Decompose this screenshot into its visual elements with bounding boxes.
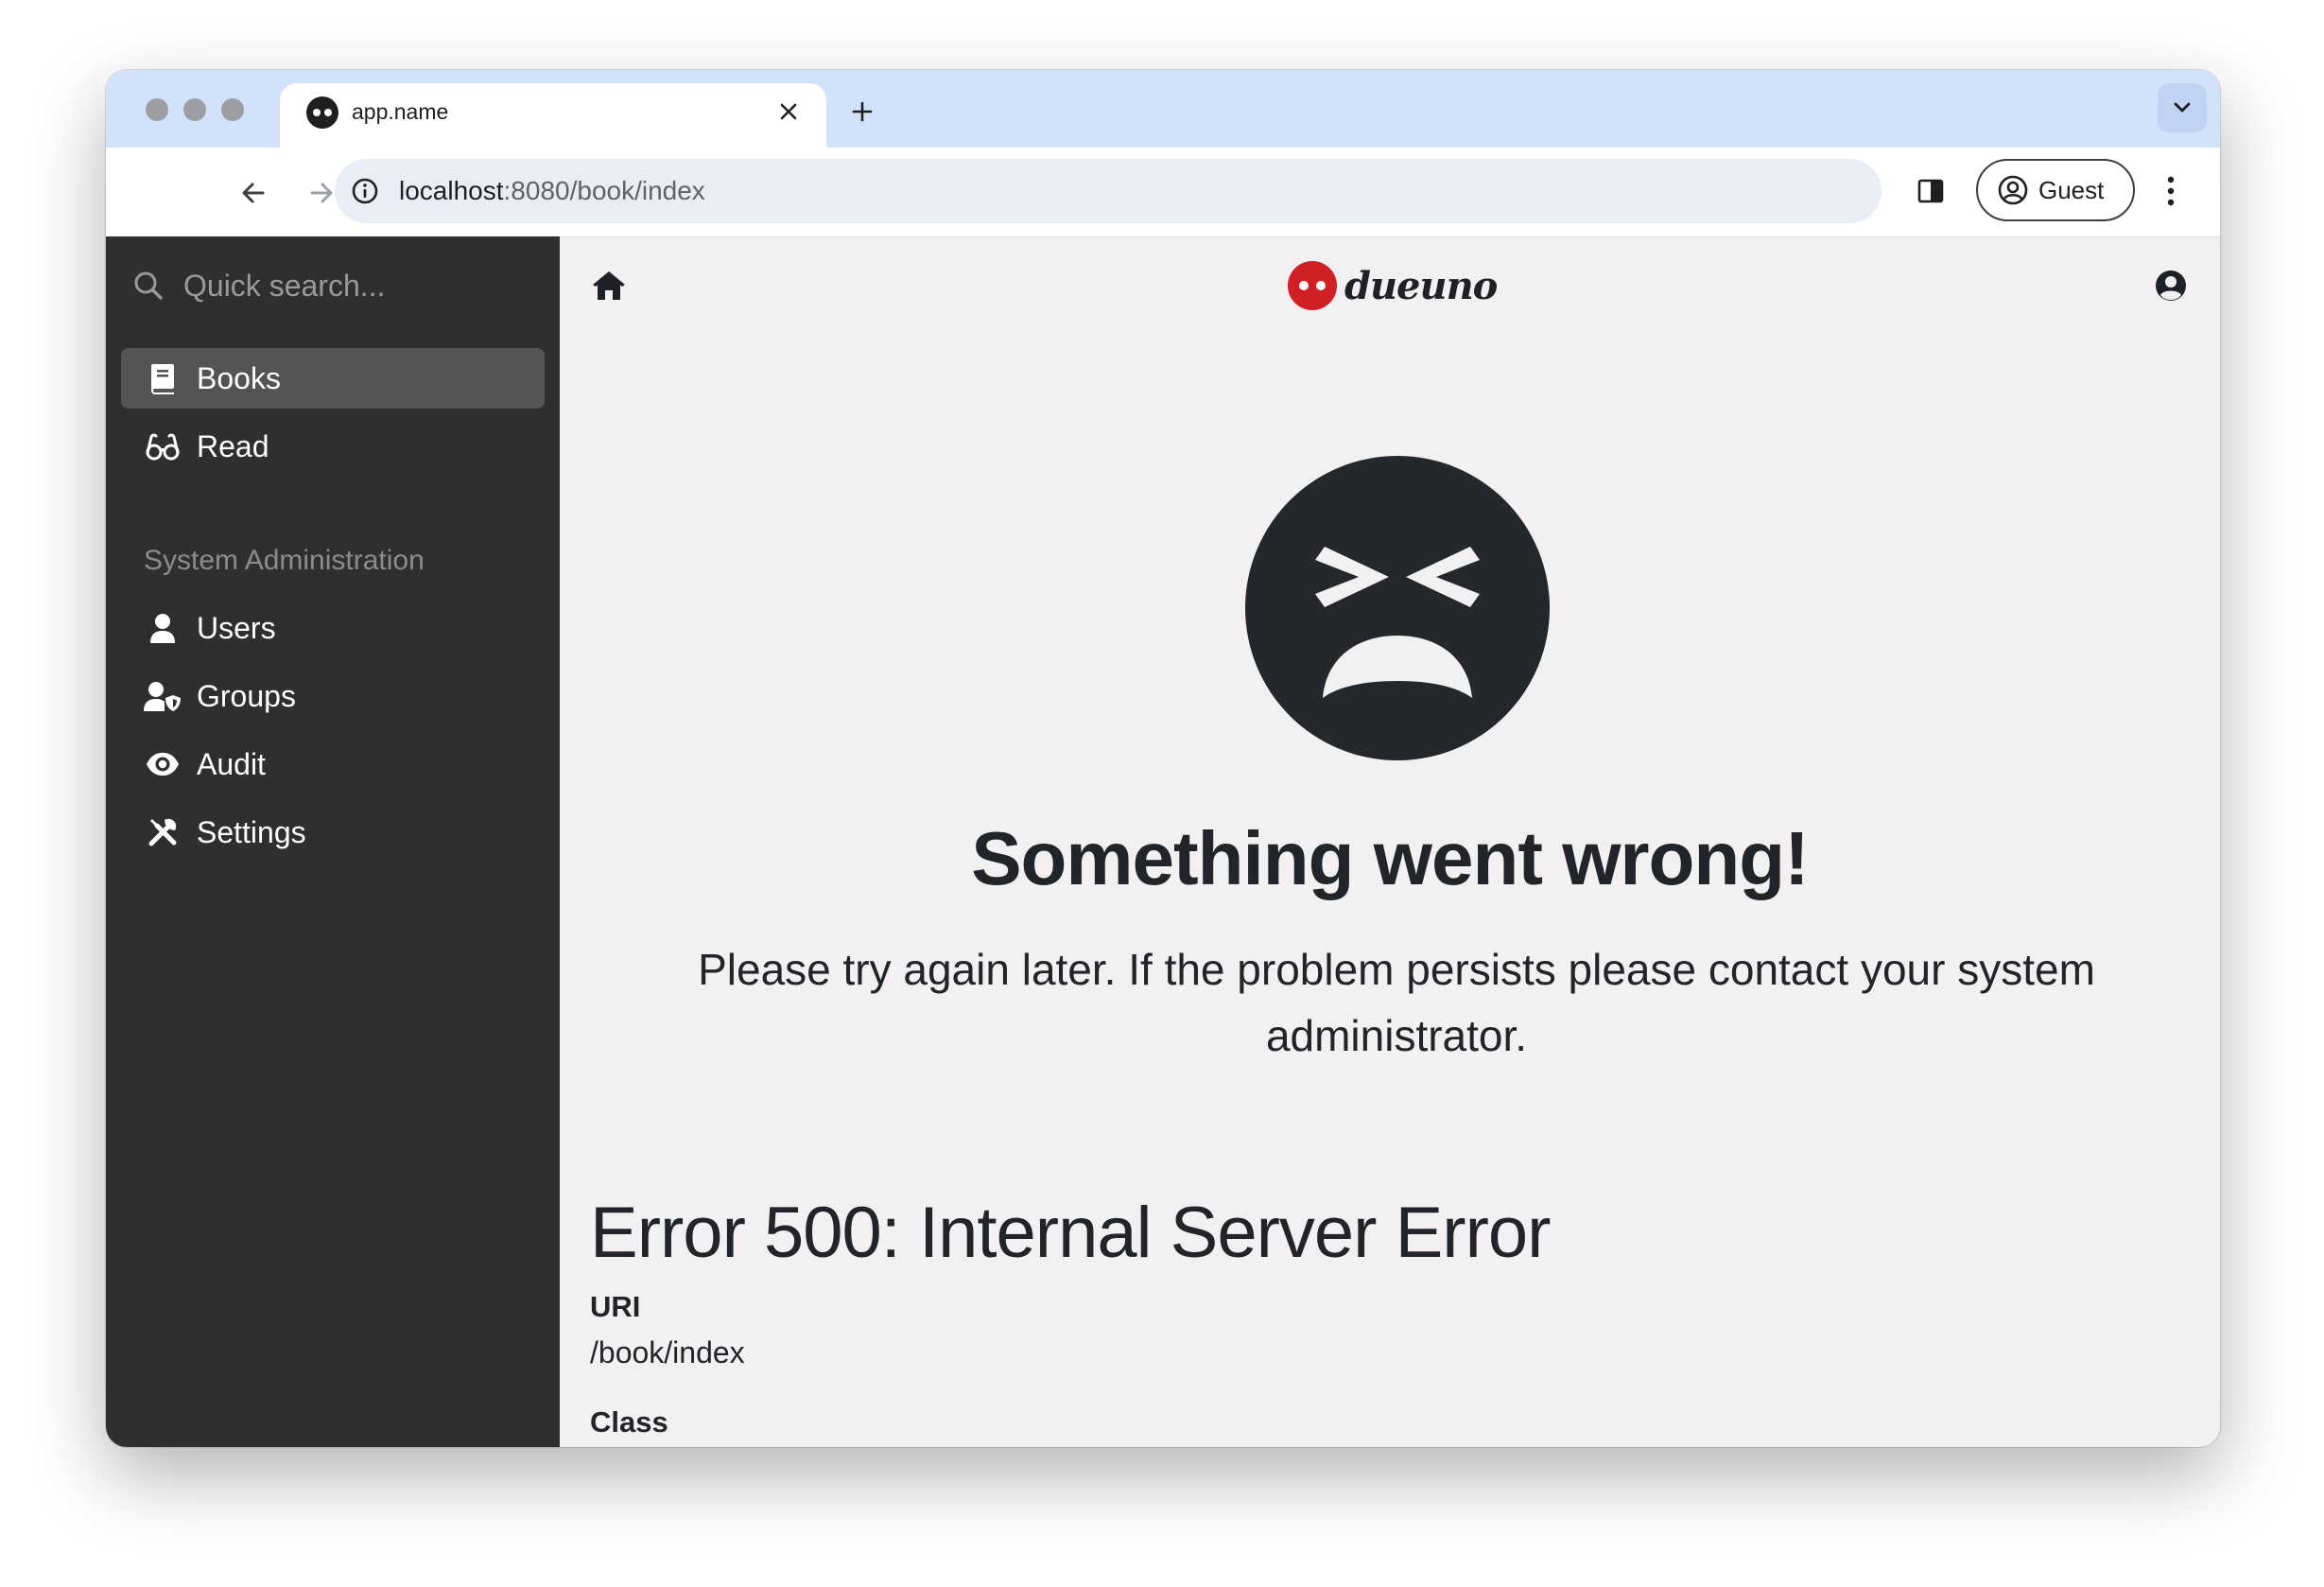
window-minimize-dot[interactable] [183,98,206,121]
browser-window: app.name localhost:8080/book/index Guest… [106,70,2220,1447]
quick-search-input[interactable] [182,267,526,305]
plus-icon [852,101,873,122]
more-vertical-icon [2167,176,2175,206]
window-zoom-dot[interactable] [221,98,244,121]
sidebar-item-settings[interactable]: Settings [121,802,545,863]
field-value-uri: /book/index [590,1335,745,1369]
sidebar-item-read[interactable]: Read [121,416,545,477]
sidebar: Books Read System Administration [106,236,560,1447]
user-circle-icon [2156,270,2186,301]
close-tab-icon[interactable] [772,95,806,129]
address-bar[interactable]: localhost:8080/book/index [335,159,1882,223]
sidebar-item-books[interactable]: Books [121,348,545,409]
tired-face-icon [1245,456,1550,760]
tools-icon [144,813,182,851]
sidebar-item-label: Books [197,360,281,395]
sidebar-item-groups[interactable]: Groups [121,666,545,726]
tab-strip: app.name [106,70,2220,148]
section-title-system-administration: System Administration [144,545,425,576]
sidebar-item-label: Read [197,428,269,463]
url-port: :8080 [503,176,570,205]
error-code-title: Error 500: Internal Server Error [590,1193,1551,1273]
url-text: localhost:8080/book/index [399,159,705,223]
sidebar-item-users[interactable]: Users [121,598,545,658]
account-button[interactable] [2148,263,2194,308]
user-shield-icon [144,677,182,715]
quick-search[interactable] [132,255,526,316]
main-content: dueuno Something went wrong! Please try … [560,236,2220,1447]
eye-icon [144,745,182,783]
sidebar-item-audit[interactable]: Audit [121,734,545,794]
browser-tab[interactable]: app.name [280,83,826,148]
brand-name: dueuno [1344,263,1498,308]
window-close-dot[interactable] [146,98,168,121]
profile-label: Guest [2038,175,2105,204]
brand-logo[interactable]: dueuno [1288,259,1498,312]
browser-toolbar: localhost:8080/book/index Guest [106,148,2220,237]
profile-button[interactable]: Guest [1976,159,2135,221]
chevron-down-icon [2174,102,2191,113]
error-title: Something went wrong! [971,816,1810,900]
arrow-right-icon [310,183,333,203]
account-circle-icon [1998,175,2028,205]
home-icon [593,271,625,300]
page: Books Read System Administration [106,236,2220,1447]
new-tab-button[interactable] [841,91,883,132]
browser-menu-button[interactable] [2154,168,2188,214]
site-info-icon[interactable] [346,172,384,210]
user-icon [144,609,182,647]
sidebar-item-label: Audit [197,746,266,781]
search-icon [134,271,163,300]
sidebar-item-label: Settings [197,814,306,849]
dueuno-logo-icon [1288,261,1337,310]
arrow-left-icon [242,183,265,203]
back-button[interactable] [231,170,276,216]
field-label-class: Class [590,1405,668,1439]
glasses-icon [144,427,182,465]
favicon-icon [306,96,338,129]
sidebar-item-label: Users [197,610,276,645]
book-icon [144,359,182,397]
url-host: localhost [399,176,504,205]
error-message: Please try again later. If the problem p… [698,945,2095,1060]
tab-title: app.name [352,99,449,124]
side-panel-button[interactable] [1908,168,1953,214]
url-path: /book/index [569,176,705,205]
home-button[interactable] [586,263,632,308]
side-panel-icon [1917,179,1944,203]
field-label-uri: URI [590,1290,641,1323]
sidebar-item-label: Groups [197,678,296,713]
tab-search-button[interactable] [2158,83,2207,132]
